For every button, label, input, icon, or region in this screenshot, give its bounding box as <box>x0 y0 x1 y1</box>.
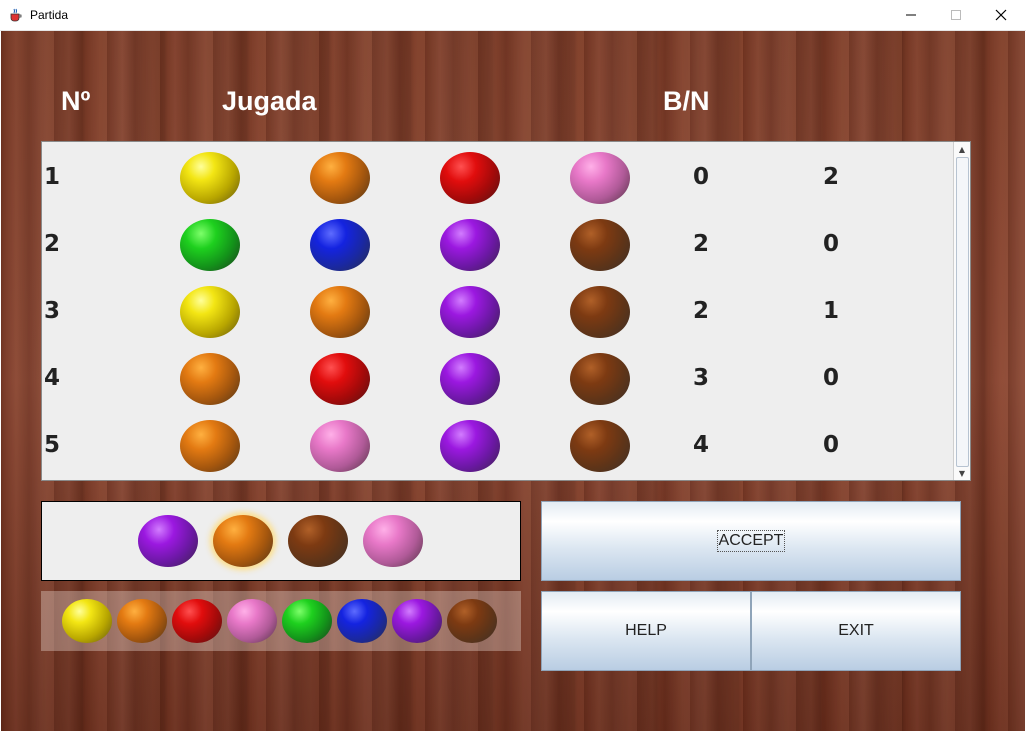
black-score: 2 <box>693 231 710 257</box>
row-number: 4 <box>44 365 61 391</box>
peg-brown <box>570 286 630 338</box>
window-title: Partida <box>30 8 69 22</box>
peg-blue <box>310 219 370 271</box>
palette-red[interactable] <box>172 599 222 643</box>
accept-button-label: ACCEPT <box>716 530 786 552</box>
row-number: 1 <box>44 164 61 190</box>
current-peg-orange[interactable] <box>213 515 273 567</box>
scroll-up-arrow-icon[interactable]: ▲ <box>954 142 970 156</box>
peg-orange <box>310 286 370 338</box>
white-score: 0 <box>823 432 840 458</box>
peg-brown <box>570 353 630 405</box>
black-score: 3 <box>693 365 710 391</box>
vertical-scrollbar[interactable]: ▲ ▼ <box>953 142 970 480</box>
close-icon <box>995 9 1007 21</box>
scrollbar-thumb[interactable] <box>956 157 969 467</box>
palette-brown[interactable] <box>447 599 497 643</box>
color-palette <box>41 591 521 651</box>
palette-orange[interactable] <box>117 599 167 643</box>
header-play: Jugada <box>222 86 317 116</box>
scroll-down-arrow-icon[interactable]: ▼ <box>954 466 970 480</box>
close-button[interactable] <box>978 0 1024 30</box>
maximize-button[interactable] <box>933 0 979 30</box>
java-cup-icon <box>9 8 23 22</box>
peg-red <box>440 152 500 204</box>
peg-pink <box>310 420 370 472</box>
peg-orange <box>180 420 240 472</box>
palette-green[interactable] <box>282 599 332 643</box>
peg-yellow <box>180 286 240 338</box>
peg-purple <box>440 219 500 271</box>
white-score: 0 <box>823 365 840 391</box>
peg-orange <box>310 152 370 204</box>
white-score: 0 <box>823 231 840 257</box>
row-number: 2 <box>44 231 61 257</box>
current-guess-panel <box>41 501 521 581</box>
header-number: Nº <box>61 86 91 116</box>
white-score: 2 <box>823 164 840 190</box>
palette-pink[interactable] <box>227 599 277 643</box>
row-number: 5 <box>44 432 61 458</box>
black-score: 4 <box>693 432 710 458</box>
accept-button[interactable]: ACCEPT <box>541 501 961 581</box>
minimize-icon <box>906 14 916 16</box>
peg-orange <box>180 353 240 405</box>
palette-yellow[interactable] <box>62 599 112 643</box>
minimize-button[interactable] <box>888 0 934 30</box>
peg-green <box>180 219 240 271</box>
header-score: B/N <box>663 86 710 116</box>
help-button-label: HELP <box>625 622 667 639</box>
help-button[interactable]: HELP <box>541 591 751 671</box>
maximize-icon <box>951 10 961 20</box>
current-peg-purple[interactable] <box>138 515 198 567</box>
peg-purple <box>440 353 500 405</box>
peg-purple <box>440 420 500 472</box>
palette-purple[interactable] <box>392 599 442 643</box>
title-bar: Partida <box>0 0 1026 31</box>
peg-purple <box>440 286 500 338</box>
current-peg-brown[interactable] <box>288 515 348 567</box>
peg-brown <box>570 219 630 271</box>
palette-blue[interactable] <box>337 599 387 643</box>
black-score: 2 <box>693 298 710 324</box>
peg-red <box>310 353 370 405</box>
peg-yellow <box>180 152 240 204</box>
black-score: 0 <box>693 164 710 190</box>
peg-brown <box>570 420 630 472</box>
white-score: 1 <box>823 298 840 324</box>
current-peg-pink[interactable] <box>363 515 423 567</box>
guess-history-board: 1 0 2 2 2 0 3 2 1 4 3 0 5 4 0 ▲ ▼ <box>41 141 971 481</box>
exit-button-label: EXIT <box>838 622 874 639</box>
row-number: 3 <box>44 298 61 324</box>
exit-button[interactable]: EXIT <box>751 591 961 671</box>
peg-pink <box>570 152 630 204</box>
